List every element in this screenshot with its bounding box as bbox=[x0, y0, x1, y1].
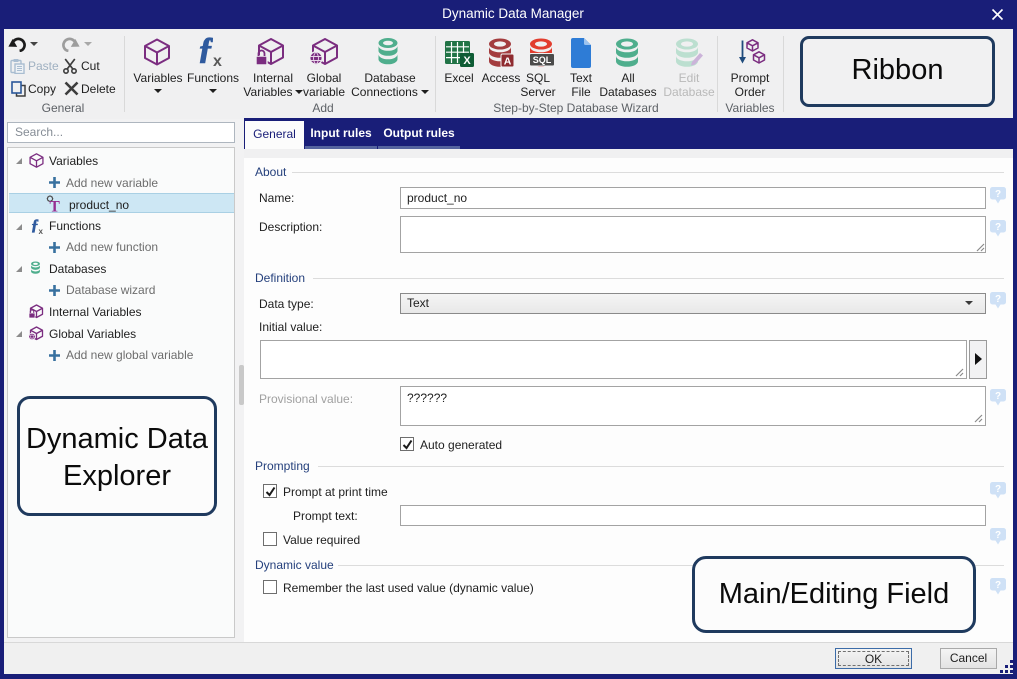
svg-text:?: ? bbox=[995, 530, 1001, 541]
svg-text:?: ? bbox=[995, 580, 1001, 591]
svg-text:x: x bbox=[213, 53, 222, 68]
svg-text:?: ? bbox=[995, 294, 1001, 305]
svg-text:?: ? bbox=[995, 189, 1001, 200]
svg-text:T: T bbox=[50, 199, 61, 214]
svg-text:?: ? bbox=[995, 222, 1001, 233]
svg-text:A: A bbox=[504, 56, 512, 68]
svg-text:ƒ: ƒ bbox=[31, 218, 39, 234]
svg-text:?: ? bbox=[995, 391, 1001, 402]
svg-text:?: ? bbox=[995, 484, 1001, 495]
svg-text:X: X bbox=[463, 55, 471, 67]
svg-text:SQL: SQL bbox=[533, 55, 552, 65]
svg-text:x: x bbox=[39, 227, 44, 235]
svg-text:ƒ: ƒ bbox=[198, 34, 214, 65]
